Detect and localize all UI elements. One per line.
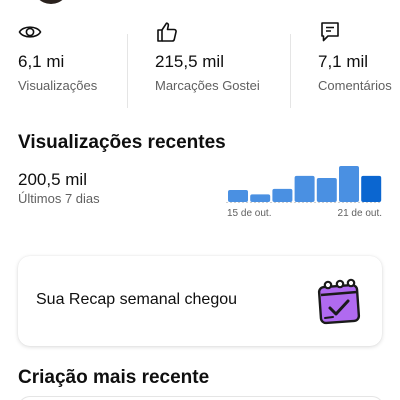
stat-views-value: 6,1 mi — [18, 52, 65, 71]
chart-bar — [361, 175, 382, 202]
studio-analytics-page: 6,1 mi Visualizações 215,5 mil Marcações… — [0, 0, 400, 400]
latest-creation-title: Criação mais recente — [18, 367, 210, 388]
recent-views-chart[interactable]: 15 de out. 21 de out. — [224, 160, 384, 220]
chart-tick-label: 21 de out. — [338, 208, 382, 219]
recent-views-value: 200,5 mil — [18, 170, 87, 189]
stat-comments-label: Comentários — [318, 78, 392, 93]
thumbs-up-icon — [157, 22, 177, 42]
recent-views-title: Visualizações recentes — [18, 132, 226, 153]
stat-likes-label: Marcações Gostei — [155, 78, 260, 93]
stat-likes-value: 215,5 mil — [155, 52, 224, 71]
chart-bar — [339, 166, 359, 202]
stats-divider — [290, 34, 291, 108]
weekly-recap-label: Sua Recap semanal chegou — [36, 291, 238, 308]
chart-bar — [316, 178, 337, 202]
comment-icon — [321, 22, 339, 42]
stat-comments-value: 7,1 mil — [318, 52, 369, 71]
chart-bar — [228, 190, 248, 202]
chart-bar — [250, 194, 271, 202]
stats-row: 6,1 mi Visualizações 215,5 mil Marcações… — [0, 16, 400, 108]
latest-creation-card[interactable] — [18, 396, 384, 400]
recent-views-period: Últimos 7 dias — [18, 191, 100, 206]
stat-likes[interactable]: 215,5 mil Marcações Gostei — [155, 16, 283, 96]
calendar-check-icon — [317, 278, 361, 325]
stat-views-label: Visualizações — [18, 78, 98, 93]
stat-views[interactable]: 6,1 mi Visualizações — [18, 16, 122, 96]
chart-bar — [272, 188, 293, 202]
eye-icon — [18, 26, 42, 38]
stat-comments[interactable]: 7,1 mil Comentários — [318, 16, 400, 96]
stats-divider — [127, 34, 128, 108]
weekly-recap-card[interactable]: Sua Recap semanal chegou — [18, 256, 382, 346]
chart-bar — [294, 175, 315, 202]
avatar[interactable] — [32, 0, 70, 4]
chart-tick-label: 15 de out. — [227, 208, 271, 219]
